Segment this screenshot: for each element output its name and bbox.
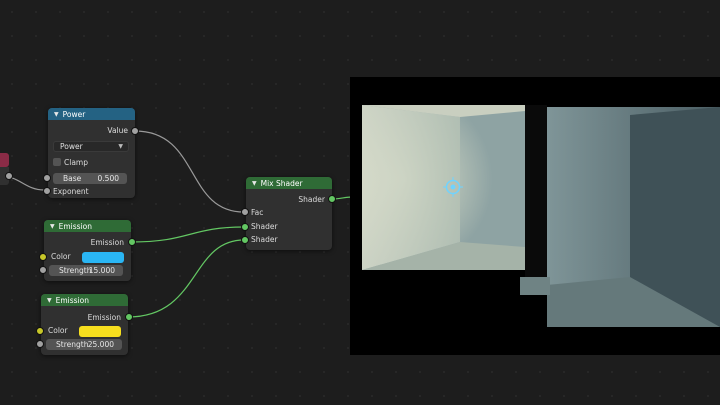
mix-output-label: Shader bbox=[298, 194, 325, 204]
operation-value: Power bbox=[60, 142, 83, 151]
emission-1-output-socket[interactable] bbox=[128, 238, 136, 246]
exponent-label: Exponent bbox=[53, 187, 89, 196]
power-node-title: Power bbox=[62, 109, 86, 119]
emission-2-color-socket[interactable] bbox=[36, 327, 44, 335]
emission-node-1-title: Emission bbox=[58, 221, 92, 231]
mix-shader-header[interactable]: ▼ Mix Shader bbox=[246, 177, 332, 189]
mix-shader-2-label: Shader bbox=[251, 235, 278, 244]
base-field[interactable]: Base 0.500 bbox=[53, 173, 127, 184]
power-base-input-socket[interactable] bbox=[43, 174, 51, 182]
mix-shader-1-label: Shader bbox=[251, 222, 278, 231]
emission-node-1-header[interactable]: ▼ Emission bbox=[44, 220, 131, 232]
clamp-checkbox[interactable] bbox=[53, 158, 61, 166]
power-node[interactable]: ▼ Power Value Power ▼ Clamp Base 0.500 E… bbox=[48, 108, 135, 198]
mix-shader-title: Mix Shader bbox=[260, 178, 303, 188]
emission-1-color-socket[interactable] bbox=[39, 253, 47, 261]
doorway-ledge bbox=[520, 277, 550, 295]
clamp-label: Clamp bbox=[64, 158, 88, 167]
mix-fac-label: Fac bbox=[251, 208, 264, 217]
emission-1-output-label: Emission bbox=[90, 237, 124, 247]
power-node-header[interactable]: ▼ Power bbox=[48, 108, 135, 120]
chevron-down-icon[interactable]: ▼ bbox=[50, 223, 55, 230]
chevron-down-icon[interactable]: ▼ bbox=[252, 180, 257, 187]
power-output-row: Value bbox=[48, 124, 135, 136]
chevron-down-icon[interactable]: ▼ bbox=[54, 111, 59, 118]
emission-1-strength-socket[interactable] bbox=[39, 266, 47, 274]
emission-2-strength-label: Strength bbox=[56, 340, 89, 349]
emission-1-output-row: Emission bbox=[44, 236, 131, 248]
mix-fac-socket[interactable] bbox=[241, 208, 249, 216]
mix-shader-node[interactable]: ▼ Mix Shader Shader Fac Shader Shader bbox=[246, 177, 332, 250]
emission-2-strength-socket[interactable] bbox=[36, 340, 44, 348]
emission-2-color-label: Color bbox=[48, 326, 68, 335]
emission-node-1[interactable]: ▼ Emission Emission Color Strength 15.00… bbox=[44, 220, 131, 281]
chevron-down-icon[interactable]: ▼ bbox=[47, 297, 52, 304]
chevron-down-icon: ▼ bbox=[118, 143, 123, 150]
emission-2-output-label: Emission bbox=[87, 312, 121, 322]
emission-2-output-socket[interactable] bbox=[125, 313, 133, 321]
emission-2-output-row: Emission bbox=[41, 311, 128, 323]
emission-2-color-swatch[interactable] bbox=[79, 326, 121, 337]
power-exponent-input-socket[interactable] bbox=[43, 187, 51, 195]
offscreen-node-header[interactable] bbox=[0, 153, 9, 167]
mix-shader-1-socket[interactable] bbox=[241, 223, 249, 231]
operation-dropdown[interactable]: Power ▼ bbox=[53, 141, 129, 152]
mix-output-socket[interactable] bbox=[328, 195, 336, 203]
emission-node-2-header[interactable]: ▼ Emission bbox=[41, 294, 128, 306]
emission-1-strength-field[interactable]: Strength 15.000 bbox=[49, 265, 123, 276]
emission-1-color-label: Color bbox=[51, 252, 71, 261]
emission-node-2[interactable]: ▼ Emission Emission Color Strength 25.00… bbox=[41, 294, 128, 355]
emission-1-strength-label: Strength bbox=[59, 266, 92, 275]
mix-shader-2-socket[interactable] bbox=[241, 236, 249, 244]
offscreen-node-output-socket[interactable] bbox=[5, 172, 13, 180]
base-value: 0.500 bbox=[97, 174, 119, 183]
divider-wall bbox=[525, 105, 547, 295]
emission-2-strength-field[interactable]: Strength 25.000 bbox=[46, 339, 122, 350]
power-value-output-socket[interactable] bbox=[131, 127, 139, 135]
base-label: Base bbox=[63, 174, 82, 183]
render-viewport[interactable] bbox=[350, 77, 720, 355]
emission-1-color-swatch[interactable] bbox=[82, 252, 124, 263]
emission-2-strength-value: 25.000 bbox=[87, 340, 114, 349]
emission-node-2-title: Emission bbox=[55, 295, 89, 305]
emission-1-strength-value: 15.000 bbox=[88, 266, 115, 275]
power-output-label: Value bbox=[107, 125, 128, 135]
mix-output-row: Shader bbox=[246, 193, 332, 205]
